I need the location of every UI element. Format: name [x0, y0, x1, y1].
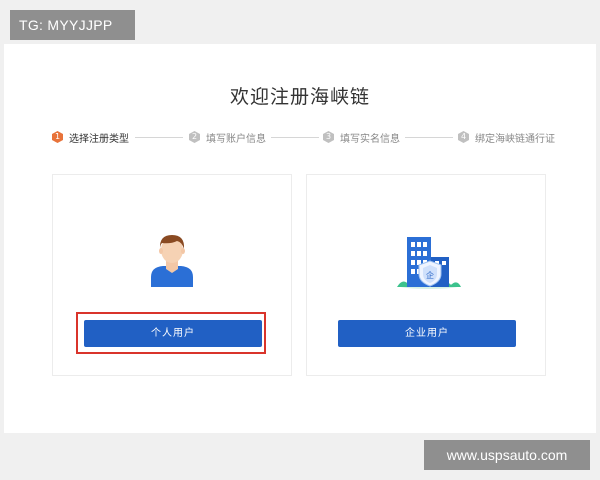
- step-2: 2 填写账户信息: [189, 127, 266, 147]
- registration-steps: 1 选择注册类型 2 填写账户信息 3 填写实名信息 4 绑定海峡链通行证: [52, 127, 555, 147]
- registration-panel: 欢迎注册海峡链 1 选择注册类型 2 填写账户信息 3 填写实名信息 4 绑定海…: [4, 44, 596, 433]
- personal-user-card[interactable]: 个人用户: [52, 174, 292, 376]
- step-1: 1 选择注册类型: [52, 127, 129, 147]
- step-4-label: 绑定海峡链通行证: [475, 133, 555, 145]
- step-3-badge: 3: [323, 131, 334, 143]
- svg-text:企: 企: [426, 270, 434, 280]
- enterprise-user-button[interactable]: 企业用户: [338, 320, 516, 347]
- personal-user-button[interactable]: 个人用户: [84, 320, 262, 347]
- step-4-badge: 4: [458, 131, 469, 143]
- step-2-badge: 2: [189, 131, 200, 143]
- step-connector: [271, 137, 319, 138]
- watermark-bottom-tag: www.uspsauto.com: [424, 440, 590, 470]
- enterprise-user-card[interactable]: 企 企业用户: [306, 174, 546, 376]
- step-4: 4 绑定海峡链通行证: [458, 127, 555, 147]
- page-title: 欢迎注册海峡链: [229, 86, 370, 108]
- step-1-badge: 1: [52, 131, 63, 143]
- step-connector: [405, 137, 453, 138]
- step-1-label: 选择注册类型: [69, 133, 129, 145]
- step-connector: [135, 137, 183, 138]
- enterprise-building-icon: 企: [397, 237, 461, 289]
- step-3-label: 填写实名信息: [340, 133, 400, 145]
- watermark-top-tag: TG: MYYJJPP: [10, 10, 135, 40]
- step-3: 3 填写实名信息: [323, 127, 400, 147]
- person-avatar-icon: [151, 235, 193, 287]
- step-2-label: 填写账户信息: [206, 133, 266, 145]
